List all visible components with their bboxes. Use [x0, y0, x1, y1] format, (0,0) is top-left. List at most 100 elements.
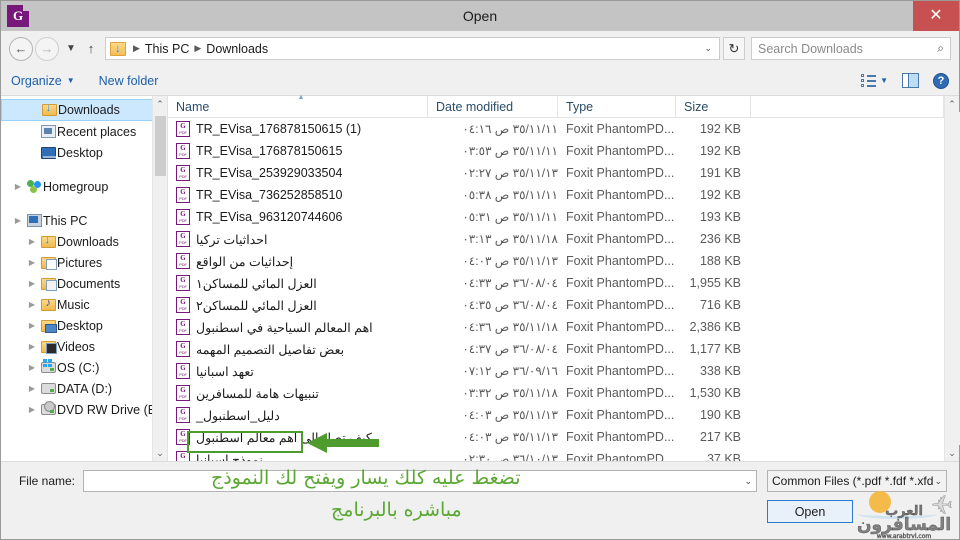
title-bar: G Open ✕	[1, 1, 959, 31]
expander-icon[interactable]: ▶	[25, 405, 39, 414]
cell-name[interactable]: TR_EVisa_176878150615 (1)	[168, 118, 428, 140]
expander-icon[interactable]: ▶	[25, 363, 39, 372]
table-row[interactable]: تعهد اسبانيا ٣٦/٠٩/١٦ ص ٠٧:١٢ Foxit Phanto…	[168, 360, 944, 382]
cell-size: 191 KB	[699, 166, 741, 180]
sidebar-item-downloads[interactable]: Downloads	[1, 99, 167, 121]
expander-icon[interactable]: ▶	[25, 237, 39, 246]
table-row[interactable]: إحداثيات من الواقع ٣٥/١١/١٣ ص ٠٤:٠٣ Foxit …	[168, 250, 944, 272]
column-header-date-modified[interactable]: Date modified	[428, 96, 558, 117]
expander-icon[interactable]: ▶	[25, 342, 39, 351]
file-rows-container: TR_EVisa_176878150615 (1) ٣٥/١١/١١ ص ٠٤:١…	[168, 118, 944, 461]
expander-icon[interactable]: ▶	[11, 216, 25, 225]
cell-name[interactable]: تعهد اسبانيا	[168, 360, 428, 382]
cell-name[interactable]: العزل المائي للمساكن١	[168, 272, 428, 294]
sidebar-item-homegroup[interactable]: ▶ Homegroup	[1, 176, 167, 197]
sidebar-item-videos[interactable]: ▶ Videos	[1, 336, 167, 357]
forward-arrow-icon[interactable]: →	[35, 36, 59, 61]
cell-size: 192 KB	[699, 144, 741, 158]
search-input[interactable]: Search Downloads ⌕	[751, 37, 951, 60]
breadcrumb-downloads[interactable]: Downloads	[206, 42, 268, 56]
back-arrow-icon[interactable]: ←	[9, 36, 33, 61]
scrollbar-track[interactable]	[944, 112, 960, 445]
preview-pane-icon[interactable]	[902, 73, 919, 88]
sidebar-item-documents[interactable]: ▶ Documents	[1, 273, 167, 294]
cell-name[interactable]: تنبيهات هامة للمسافرين	[168, 382, 428, 404]
chevron-down-icon[interactable]: ⌄	[744, 476, 752, 487]
chevron-down-icon[interactable]: ▼	[61, 37, 81, 61]
sidebar-item-this-pc[interactable]: ▶ This PC	[1, 210, 167, 231]
expander-icon[interactable]: ▶	[25, 258, 39, 267]
table-row[interactable]: TR_EVisa_176878150615 (1) ٣٥/١١/١١ ص ٠٤:١…	[168, 118, 944, 140]
table-row[interactable]: اهم المعالم السياحية في اسطنبول ٣٥/١١/١٨ …	[168, 316, 944, 338]
scroll-up-icon[interactable]: ⌃	[152, 96, 167, 112]
cell-name[interactable]: TR_EVisa_963120744606	[168, 206, 428, 228]
cell-type: Foxit PhantomPD...	[566, 232, 675, 246]
sidebar-item-recent-places[interactable]: Recent places	[1, 121, 167, 142]
address-dropdown-icon[interactable]: ⌄	[699, 43, 717, 54]
table-row[interactable]: نموذج اسبانيا ٣٦/١٠/١٣ ص ٠٢:٣٠ Foxit Phant…	[168, 448, 944, 461]
table-row[interactable]: TR_EVisa_736252858510 ٣٥/١١/١١ ص ٠٥:٣٨ Fox…	[168, 184, 944, 206]
cell-name[interactable]: دليل_اسطنبول_	[168, 404, 428, 426]
cell-name[interactable]: TR_EVisa_736252858510	[168, 184, 428, 206]
sidebar-item-desktop[interactable]: ▶ Desktop	[1, 315, 167, 336]
file-list-scrollbar[interactable]: ⌃ ⌄	[944, 96, 960, 461]
table-row[interactable]: TR_EVisa_176878150615 ٣٥/١١/١١ ص ٠٣:٥٣ Fox…	[168, 140, 944, 162]
file-name-text: TR_EVisa_176878150615	[196, 144, 343, 158]
column-header-size[interactable]: Size	[676, 96, 751, 117]
sidebar-item-data-d[interactable]: ▶ DATA (D:)	[1, 378, 167, 399]
refresh-icon[interactable]: ↻	[723, 37, 745, 60]
new-folder-label: New folder	[98, 73, 159, 88]
column-header-name[interactable]: Name	[168, 94, 428, 117]
scroll-down-icon[interactable]: ⌄	[945, 445, 960, 461]
cell-name[interactable]: نموذج اسبانيا	[168, 448, 428, 461]
expander-icon[interactable]: ▶	[25, 279, 39, 288]
sidebar-item-desktop[interactable]: Desktop	[1, 142, 167, 163]
cell-name[interactable]: كيف تصل إلى اهم معالم اسطنبول	[168, 426, 428, 448]
breadcrumb-this-pc[interactable]: This PC	[145, 42, 189, 56]
cell-name[interactable]: احداثيات تركيا	[168, 228, 428, 250]
scroll-down-icon[interactable]: ⌄	[152, 445, 167, 461]
up-arrow-icon[interactable]: ↑	[81, 37, 101, 61]
scroll-up-icon[interactable]: ⌃	[945, 96, 960, 112]
videos-folder-icon	[39, 340, 57, 354]
table-row[interactable]: دليل_اسطنبول_ ٣٥/١١/١٣ ص ٠٤:٠٣ Foxit Phant…	[168, 404, 944, 426]
navigation-scrollbar[interactable]: ⌃ ⌄	[152, 96, 167, 461]
table-row[interactable]: تنبيهات هامة للمسافرين ٣٥/١١/١٨ ص ٠٣:٣٢ Fo…	[168, 382, 944, 404]
chevron-down-icon: ▼	[66, 76, 75, 85]
table-row[interactable]: بعض تفاصيل التصميم المهمه ٣٦/٠٨/٠٤ ص ٠٤:٣…	[168, 338, 944, 360]
cell-date-modified: ٣٦/٠٨/٠٤ ص ٠٤:٣٥	[462, 298, 558, 312]
cell-name[interactable]: TR_EVisa_176878150615	[168, 140, 428, 162]
table-row[interactable]: العزل المائي للمساكن١ ٣٦/٠٨/٠٤ ص ٠٤:٣٣ Fox…	[168, 272, 944, 294]
close-button[interactable]: ✕	[913, 1, 959, 31]
table-row[interactable]: TR_EVisa_963120744606 ٣٥/١١/١١ ص ٠٥:٣١ Fox…	[168, 206, 944, 228]
cell-name[interactable]: اهم المعالم السياحية في اسطنبول	[168, 316, 428, 338]
table-row[interactable]: احداثيات تركيا ٣٥/١١/١٨ ص ٠٣:١٣ Foxit Phan…	[168, 228, 944, 250]
view-options-button[interactable]: ▼	[861, 74, 888, 87]
column-header-type[interactable]: Type	[558, 96, 676, 117]
organize-button[interactable]: Organize ▼	[11, 74, 75, 88]
sidebar-item-pictures[interactable]: ▶ Pictures	[1, 252, 167, 273]
sidebar-item-dvd-rw-drive-e[interactable]: ▶ DVD RW Drive (E:	[1, 399, 167, 420]
address-breadcrumb-bar[interactable]: ▶ This PC ▶ Downloads ⌄	[105, 37, 720, 60]
open-button[interactable]: Open	[767, 500, 853, 523]
table-row[interactable]: TR_EVisa_253929033504 ٣٥/١١/١٣ ص ٠٢:٢٧ Fox…	[168, 162, 944, 184]
scrollbar-thumb[interactable]	[154, 116, 166, 176]
expander-icon[interactable]: ▶	[25, 300, 39, 309]
sidebar-item-downloads[interactable]: ▶ Downloads	[1, 231, 167, 252]
help-icon[interactable]: ?	[933, 72, 949, 89]
table-row[interactable]: العزل المائي للمساكن٢ ٣٦/٠٨/٠٤ ص ٠٤:٣٥ Fox…	[168, 294, 944, 316]
expander-icon[interactable]: ▶	[25, 384, 39, 393]
sidebar-item-music[interactable]: ▶ Music	[1, 294, 167, 315]
file-name-text: احداثيات تركيا	[196, 232, 268, 247]
expander-icon[interactable]: ▶	[11, 182, 25, 191]
cell-name[interactable]: إحداثيات من الواقع	[168, 250, 428, 272]
cell-name[interactable]: بعض تفاصيل التصميم المهمه	[168, 338, 428, 360]
sidebar-item-os-c[interactable]: ▶ OS (C:)	[1, 357, 167, 378]
table-row[interactable]: كيف تصل إلى اهم معالم اسطنبول ٣٥/١١/١٣ ص …	[168, 426, 944, 448]
cell-name[interactable]: العزل المائي للمساكن٢	[168, 294, 428, 316]
cell-size: 716 KB	[699, 298, 741, 312]
cell-name[interactable]: TR_EVisa_253929033504	[168, 162, 428, 184]
expander-icon[interactable]: ▶	[25, 321, 39, 330]
chevron-down-icon[interactable]: ⌄	[934, 476, 942, 487]
new-folder-button[interactable]: New folder	[99, 74, 159, 88]
